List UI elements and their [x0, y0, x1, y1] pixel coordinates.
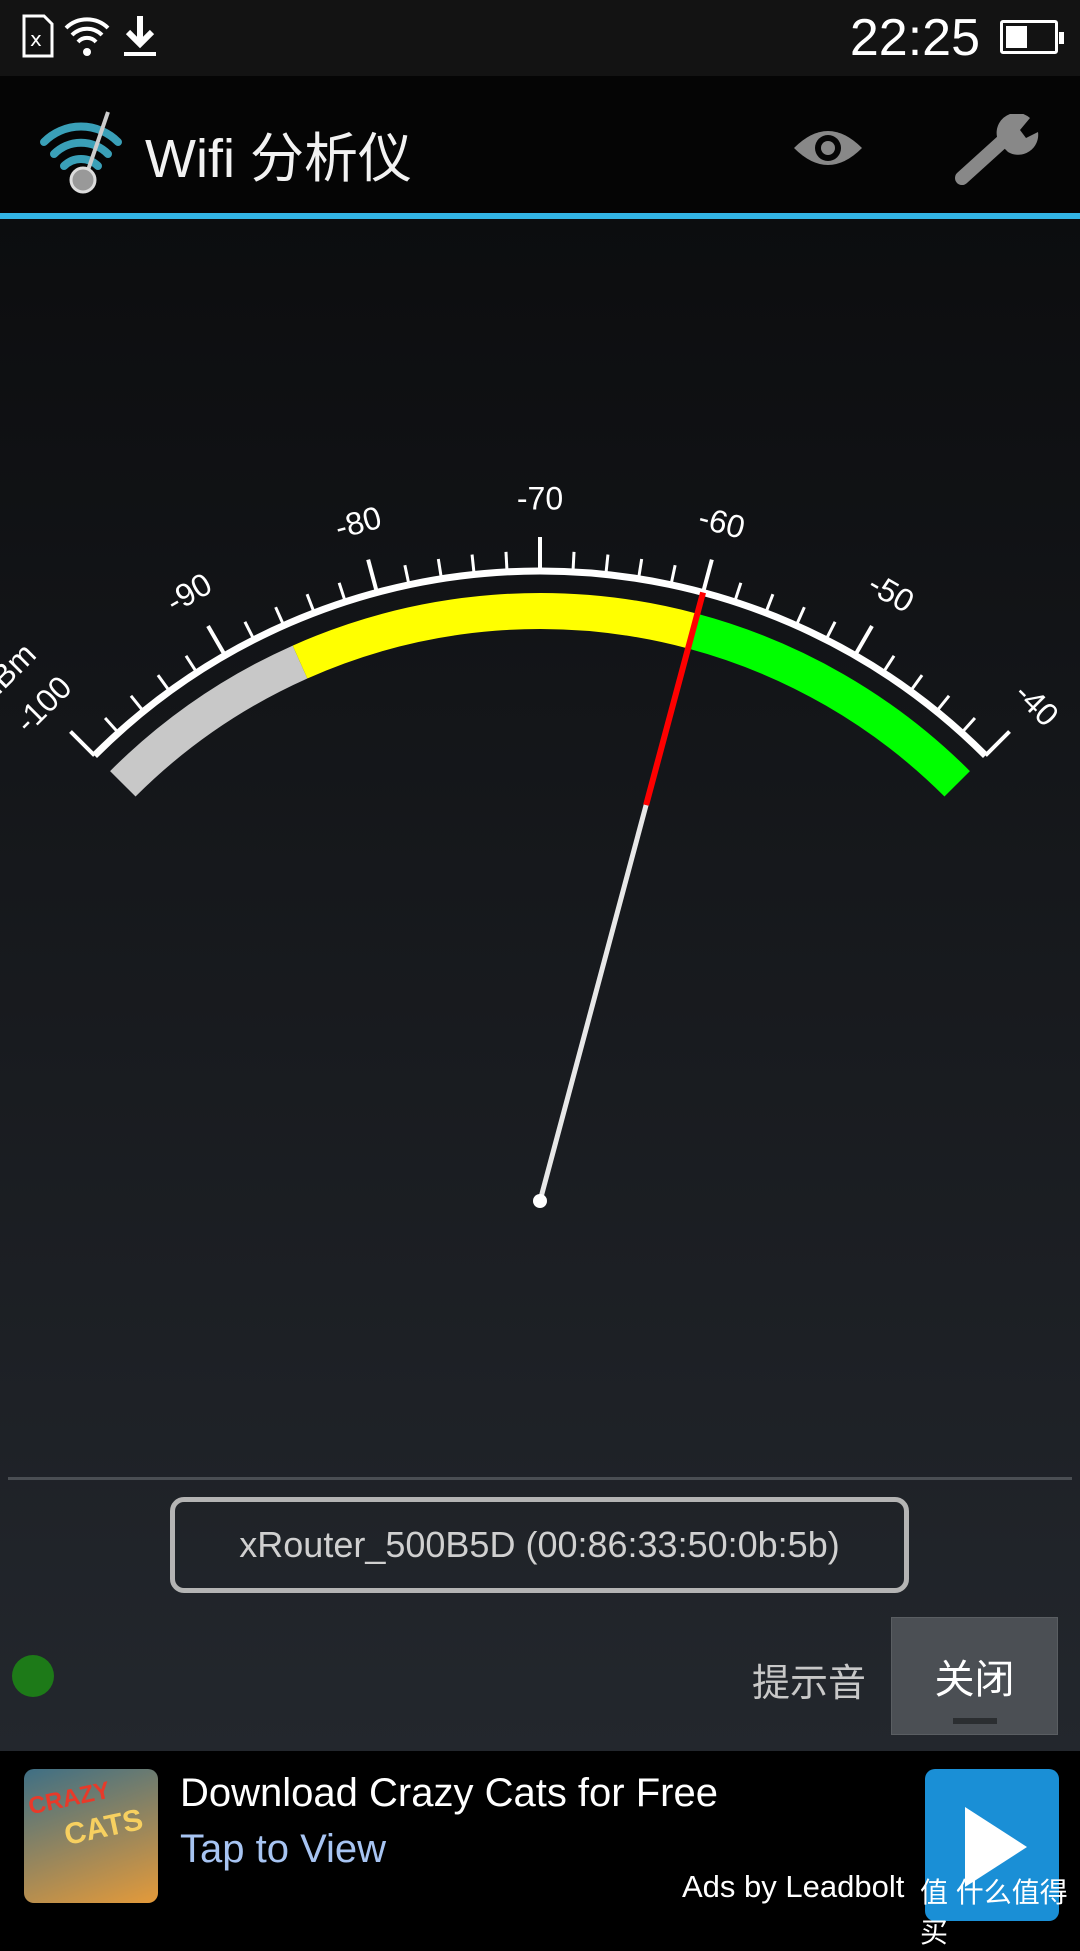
battery-icon	[1000, 20, 1064, 54]
minor-tick	[274, 606, 286, 627]
network-label: xRouter_500B5D (00:86:33:50:0b:5b)	[239, 1524, 840, 1565]
ad-title[interactable]: Download Crazy Cats for Free	[180, 1771, 718, 1816]
gauge-band	[110, 645, 308, 797]
minor-tick	[156, 674, 171, 693]
wifi-icon	[64, 17, 110, 56]
minor-tick	[960, 716, 977, 734]
ad-thumbnail[interactable]: CRAZY CATS	[24, 1769, 158, 1903]
minor-tick	[243, 621, 256, 641]
minor-tick	[935, 694, 951, 713]
status-bar: x 22:25	[0, 0, 1080, 76]
ad-attribution: Ads by Leadbolt	[682, 1869, 905, 1904]
eye-icon[interactable]	[790, 120, 866, 176]
toggle-indicator	[953, 1718, 997, 1724]
minor-tick	[881, 655, 896, 674]
minor-tick	[504, 551, 509, 572]
major-tick	[701, 559, 714, 593]
app-title: Wifi 分析仪	[145, 129, 412, 189]
signal-indicator-dot	[12, 1655, 54, 1697]
minor-tick	[794, 606, 806, 627]
major-tick	[69, 730, 96, 757]
major-tick	[853, 624, 874, 657]
network-selector[interactable]: xRouter_500B5D (00:86:33:50:0b:5b)	[170, 1497, 909, 1593]
minor-tick	[764, 593, 775, 614]
ad-subtitle[interactable]: Tap to View	[180, 1827, 386, 1872]
minor-tick	[604, 554, 610, 575]
tick-label: -50	[862, 565, 920, 619]
svg-text:x: x	[30, 27, 42, 51]
minor-tick	[909, 674, 924, 693]
wrench-icon[interactable]	[952, 114, 1040, 188]
minor-tick	[824, 621, 837, 641]
gauge-band	[292, 593, 698, 679]
ad-banner[interactable]: CRAZY CATS Download Crazy Cats for Free T…	[0, 1751, 1080, 1948]
beep-toggle-label: 关闭	[934, 1658, 1015, 1702]
tick-label: -60	[695, 499, 749, 546]
sd-card-error-icon: x	[22, 14, 54, 58]
watermark: 值 什么值得买	[920, 1877, 1068, 1948]
tick-label: -70	[517, 480, 563, 516]
major-tick	[366, 559, 379, 593]
major-tick	[206, 624, 227, 657]
tick-label: -40	[1008, 675, 1066, 733]
needle-pivot	[533, 1194, 547, 1208]
tick-label: -80	[331, 499, 385, 546]
needle	[537, 804, 649, 1202]
wifi-meter-logo-icon	[40, 111, 122, 194]
minor-tick	[184, 655, 199, 674]
beep-label: 提示音	[752, 1663, 867, 1705]
app-bar: Wifi 分析仪	[0, 76, 1080, 213]
minor-tick	[470, 554, 476, 575]
minor-tick	[129, 694, 145, 713]
minor-tick	[337, 582, 347, 603]
download-icon	[124, 16, 156, 56]
divider	[8, 1477, 1072, 1480]
tick-label: -90	[160, 565, 218, 619]
major-tick	[984, 730, 1011, 757]
beep-toggle-button[interactable]: 关闭	[891, 1617, 1058, 1735]
minor-tick	[305, 593, 316, 614]
minor-tick	[571, 551, 576, 572]
signal-gauge: -100-90-80-70-60-50-40dBm	[0, 480, 1066, 1208]
clock: 22:25	[849, 9, 980, 67]
minor-tick	[733, 582, 743, 603]
gauge-band	[688, 613, 970, 797]
minor-tick	[103, 716, 120, 734]
